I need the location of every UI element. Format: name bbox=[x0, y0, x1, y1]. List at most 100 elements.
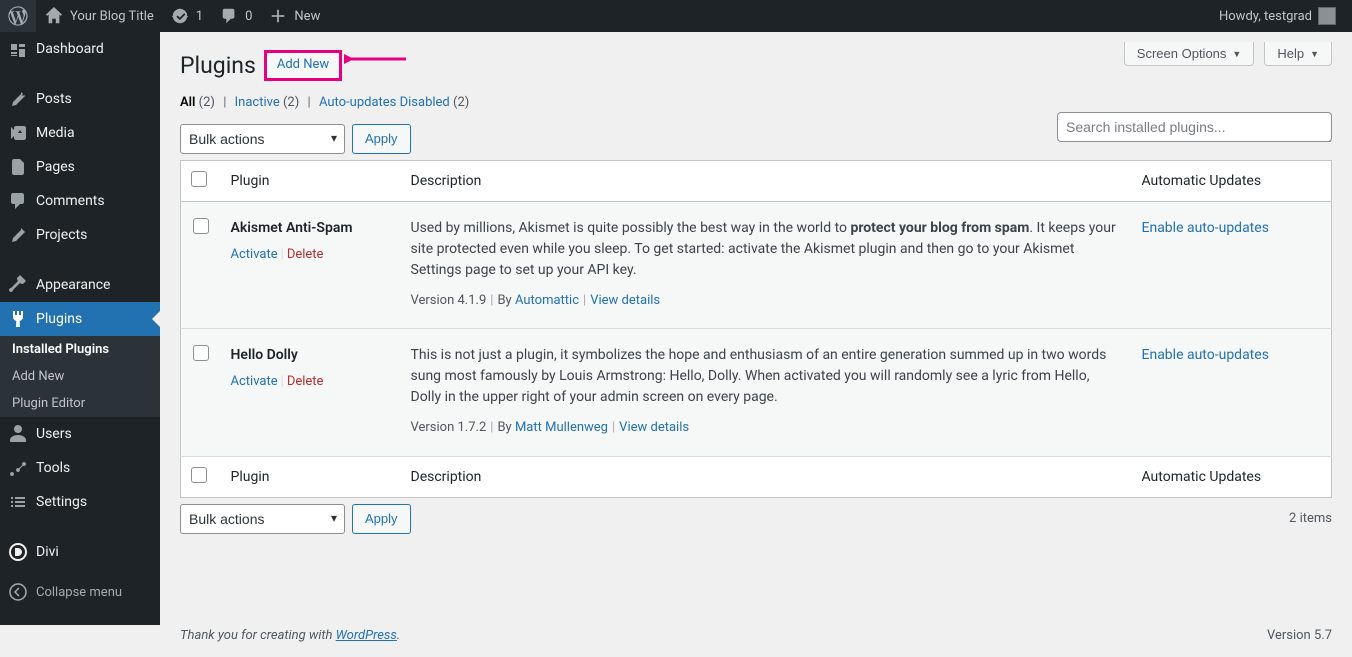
admin-sidebar: Dashboard Posts Media Pages Comments Pro… bbox=[0, 32, 160, 625]
comments-count: 0 bbox=[245, 9, 252, 24]
view-details-link[interactable]: View details bbox=[590, 293, 660, 308]
apply-button-bottom[interactable]: Apply bbox=[352, 504, 411, 534]
plus-icon bbox=[268, 6, 288, 26]
submenu-plugins: Installed Plugins Add New Plugin Editor bbox=[0, 336, 160, 417]
column-auto-updates-header[interactable]: Automatic Updates bbox=[1132, 160, 1332, 201]
submenu-installed-plugins[interactable]: Installed Plugins bbox=[0, 336, 160, 363]
filter-all[interactable]: All bbox=[180, 95, 195, 110]
bulk-actions-select-top[interactable]: Bulk actions bbox=[180, 124, 345, 154]
admin-footer: Thank you for creating with WordPress. V… bbox=[180, 614, 1332, 657]
plugin-name: Akismet Anti-Spam bbox=[231, 218, 391, 239]
sidebar-item-tools[interactable]: Tools bbox=[0, 451, 160, 485]
help-button[interactable]: Help ▼ bbox=[1264, 42, 1332, 66]
enable-auto-updates-link[interactable]: Enable auto-updates bbox=[1142, 347, 1269, 363]
submenu-plugin-editor[interactable]: Plugin Editor bbox=[0, 390, 160, 417]
menu-label: Comments bbox=[36, 193, 105, 209]
page-title: Plugins bbox=[180, 52, 256, 79]
select-all-checkbox-top[interactable] bbox=[191, 171, 207, 187]
menu-label: Pages bbox=[36, 159, 75, 175]
screen-options-label: Screen Options bbox=[1137, 46, 1227, 61]
column-plugin-header[interactable]: Plugin bbox=[221, 160, 401, 201]
items-count-bottom: 2 items bbox=[1289, 511, 1332, 526]
admin-bar: Your Blog Title 1 0 New Howdy, testgrad bbox=[0, 0, 1352, 32]
activate-link[interactable]: Activate bbox=[231, 374, 278, 389]
filter-auto-disabled-count: (2) bbox=[453, 95, 469, 110]
comments-link[interactable]: 0 bbox=[211, 0, 260, 32]
plugin-meta: Version 4.1.9|By Automattic|View details bbox=[411, 291, 1122, 311]
updates-icon bbox=[170, 6, 190, 26]
column-plugin-footer[interactable]: Plugin bbox=[221, 456, 401, 497]
chevron-down-icon: ▼ bbox=[1310, 49, 1319, 59]
account-link[interactable]: Howdy, testgrad bbox=[1211, 0, 1344, 32]
sidebar-item-divi[interactable]: Divi bbox=[0, 535, 160, 569]
dashboard-icon bbox=[8, 39, 28, 59]
plugin-meta: Version 1.7.2|By Matt Mullenweg|View det… bbox=[411, 418, 1122, 438]
plugin-filter-links: All (2) | Inactive (2) | Auto-updates Di… bbox=[180, 95, 1332, 110]
search-input[interactable] bbox=[1057, 112, 1332, 142]
submenu-add-new[interactable]: Add New bbox=[0, 363, 160, 390]
settings-icon bbox=[8, 492, 28, 512]
sidebar-item-projects[interactable]: Projects bbox=[0, 218, 160, 252]
delete-link[interactable]: Delete bbox=[287, 374, 324, 389]
sidebar-item-dashboard[interactable]: Dashboard bbox=[0, 32, 160, 66]
view-details-link[interactable]: View details bbox=[619, 420, 689, 435]
annotation-arrow bbox=[350, 53, 420, 77]
wordpress-logo-icon bbox=[8, 6, 28, 26]
table-row: Hello Dolly Activate|Delete This is not … bbox=[181, 329, 1332, 457]
sidebar-item-users[interactable]: Users bbox=[0, 417, 160, 451]
menu-label: Media bbox=[36, 125, 75, 141]
table-row: Akismet Anti-Spam Activate|Delete Used b… bbox=[181, 201, 1332, 329]
menu-label: Posts bbox=[36, 91, 72, 107]
column-auto-updates-footer[interactable]: Automatic Updates bbox=[1132, 456, 1332, 497]
wordpress-link[interactable]: WordPress bbox=[336, 628, 397, 643]
howdy-label: Howdy, testgrad bbox=[1219, 9, 1312, 24]
appearance-icon bbox=[8, 275, 28, 295]
enable-auto-updates-link[interactable]: Enable auto-updates bbox=[1142, 220, 1269, 236]
menu-label: Divi bbox=[36, 544, 59, 560]
tools-icon bbox=[8, 458, 28, 478]
plugin-description: This is not just a plugin, it symbolizes… bbox=[411, 345, 1122, 408]
avatar bbox=[1318, 7, 1336, 25]
new-content-link[interactable]: New bbox=[260, 0, 328, 32]
delete-link[interactable]: Delete bbox=[287, 247, 324, 262]
menu-label: Tools bbox=[36, 460, 70, 476]
pages-icon bbox=[8, 157, 28, 177]
wp-logo-link[interactable] bbox=[0, 0, 36, 32]
filter-all-count: (2) bbox=[199, 95, 215, 110]
screen-options-button[interactable]: Screen Options ▼ bbox=[1124, 42, 1255, 66]
filter-auto-disabled[interactable]: Auto-updates Disabled bbox=[319, 95, 450, 110]
plugin-author-link[interactable]: Automattic bbox=[515, 293, 579, 308]
footer-version: Version 5.7 bbox=[1267, 628, 1332, 643]
sidebar-item-pages[interactable]: Pages bbox=[0, 150, 160, 184]
sidebar-item-comments[interactable]: Comments bbox=[0, 184, 160, 218]
footer-thanks: Thank you for creating with WordPress. bbox=[180, 628, 400, 643]
add-new-button[interactable]: Add New bbox=[264, 50, 342, 81]
menu-label: Projects bbox=[36, 227, 87, 243]
sidebar-item-appearance[interactable]: Appearance bbox=[0, 268, 160, 302]
sidebar-item-settings[interactable]: Settings bbox=[0, 485, 160, 519]
sidebar-item-posts[interactable]: Posts bbox=[0, 82, 160, 116]
main-content: Screen Options ▼ Help ▼ Plugins Add New … bbox=[160, 32, 1352, 610]
site-title-label: Your Blog Title bbox=[70, 9, 154, 24]
apply-button-top[interactable]: Apply bbox=[352, 124, 411, 154]
sidebar-item-plugins[interactable]: Plugins bbox=[0, 302, 160, 336]
select-all-checkbox-bottom[interactable] bbox=[191, 467, 207, 483]
plugin-author-link[interactable]: Matt Mullenweg bbox=[515, 420, 608, 435]
sidebar-item-media[interactable]: Media bbox=[0, 116, 160, 150]
menu-label: Plugins bbox=[36, 311, 82, 327]
plugins-table: Plugin Description Automatic Updates Aki… bbox=[180, 160, 1332, 498]
filter-inactive[interactable]: Inactive bbox=[235, 95, 280, 110]
row-checkbox[interactable] bbox=[193, 345, 209, 361]
row-checkbox[interactable] bbox=[193, 218, 209, 234]
bulk-actions-select-bottom[interactable]: Bulk actions bbox=[180, 504, 345, 534]
plugin-description: Used by millions, Akismet is quite possi… bbox=[411, 218, 1122, 281]
projects-icon bbox=[8, 225, 28, 245]
collapse-menu-button[interactable]: Collapse menu bbox=[0, 575, 160, 609]
column-description-header: Description bbox=[401, 160, 1132, 201]
menu-label: Settings bbox=[36, 494, 87, 510]
updates-link[interactable]: 1 bbox=[162, 0, 211, 32]
activate-link[interactable]: Activate bbox=[231, 247, 278, 262]
collapse-icon bbox=[8, 582, 28, 602]
column-description-footer: Description bbox=[401, 456, 1132, 497]
site-title-link[interactable]: Your Blog Title bbox=[36, 0, 162, 32]
